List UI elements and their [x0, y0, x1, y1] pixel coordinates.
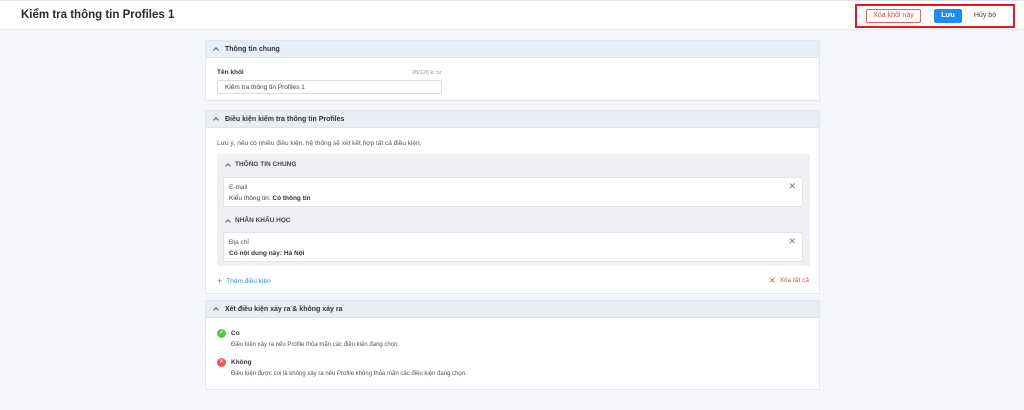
option-no-label: Không — [231, 359, 252, 366]
check-icon: ✓ — [217, 329, 226, 338]
option-yes[interactable]: ✓ Có — [217, 329, 240, 338]
cancel-button[interactable]: Hủy bỏ — [968, 9, 1002, 23]
block-name-label: Tên khối — [217, 69, 244, 76]
group-general-info[interactable]: THÔNG TIN CHUNG — [225, 161, 297, 169]
conditions-area: THÔNG TIN CHUNG E-mail Kiểu thông tin: C… — [217, 154, 810, 266]
occurrence-section: Xét điều kiện xảy ra & không xảy ra ✓ Có… — [205, 300, 820, 390]
option-yes-desc: Điều kiện xảy ra nếu Profile thỏa mãn cá… — [231, 342, 400, 348]
group-label: THÔNG TIN CHUNG — [235, 161, 297, 168]
page-header: Kiểm tra thông tin Profiles 1 Xóa khối n… — [0, 0, 1024, 30]
chevron-up-icon — [225, 162, 231, 169]
section-title: Điều kiện kiểm tra thông tin Profiles — [225, 115, 345, 123]
conditions-section: Điều kiện kiểm tra thông tin Profiles Lư… — [205, 110, 820, 294]
chevron-up-icon — [213, 47, 219, 53]
char-counter: 28/128 kí tự — [412, 70, 442, 76]
close-icon[interactable]: ✕ — [788, 236, 796, 247]
conditions-note: Lưu ý, nếu có nhiều điều kiện, hệ thống … — [217, 140, 422, 147]
add-condition-link[interactable]: + Thêm điều kiện — [217, 276, 271, 286]
general-info-section: Thông tin chung Tên khối 28/128 kí tự — [205, 40, 820, 101]
save-button[interactable]: Lưu — [934, 9, 962, 23]
option-no-desc: Điều kiện được coi là không xảy ra nếu P… — [231, 371, 467, 377]
condition-desc: Kiểu thông tin: Có thông tin — [229, 195, 311, 202]
section-title: Thông tin chung — [225, 45, 280, 53]
section-title: Xét điều kiện xảy ra & không xảy ra — [225, 305, 343, 313]
chevron-up-icon — [213, 307, 219, 313]
plus-icon: + — [217, 276, 223, 286]
condition-name: E-mail — [229, 184, 248, 191]
general-info-header[interactable]: Thông tin chung — [206, 41, 819, 58]
conditions-header[interactable]: Điều kiện kiểm tra thông tin Profiles — [206, 111, 819, 128]
chevron-up-icon — [213, 117, 219, 123]
cross-icon: ✕ — [769, 276, 776, 285]
group-label: NHÂN KHẨU HỌC — [235, 217, 291, 224]
page-title: Kiểm tra thông tin Profiles 1 — [21, 9, 175, 21]
condition-desc: Có nội dung này: Hà Nội — [229, 250, 305, 257]
chevron-up-icon — [225, 218, 231, 225]
occurrence-header[interactable]: Xét điều kiện xảy ra & không xảy ra — [206, 301, 819, 318]
close-icon[interactable]: ✕ — [788, 181, 796, 192]
condition-card-address[interactable]: Địa chỉ Có nội dung này: Hà Nội ✕ — [223, 232, 803, 262]
cross-icon: ✕ — [217, 358, 226, 367]
block-name-input[interactable] — [217, 80, 442, 94]
group-demographics[interactable]: NHÂN KHẨU HỌC — [225, 217, 291, 225]
option-yes-label: Có — [231, 330, 240, 337]
delete-block-button[interactable]: Xóa khối này — [866, 9, 921, 23]
condition-name: Địa chỉ — [229, 239, 249, 246]
option-no[interactable]: ✕ Không — [217, 358, 252, 367]
condition-card-email[interactable]: E-mail Kiểu thông tin: Có thông tin ✕ — [223, 177, 803, 207]
clear-all-link[interactable]: ✕ Xóa tất cả — [769, 276, 809, 285]
